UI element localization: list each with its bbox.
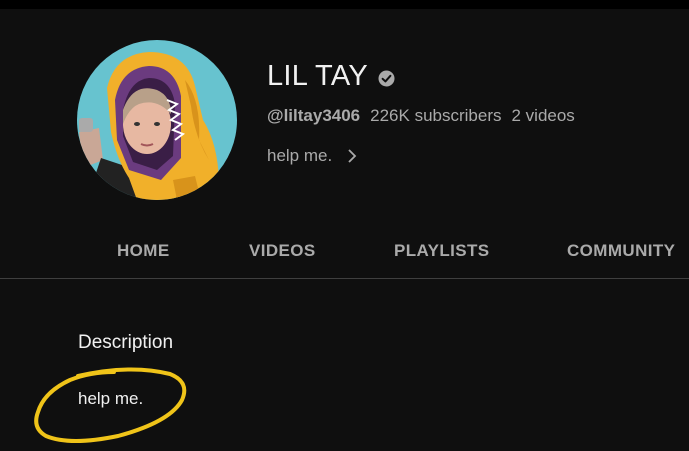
channel-handle: @liltay3406: [267, 106, 361, 125]
channel-header: LIL TAY: [267, 60, 395, 93]
description-text: help me.: [78, 389, 144, 408]
channel-name: LIL TAY: [267, 60, 368, 92]
about-link[interactable]: help me.: [267, 146, 358, 166]
channel-tabs: HOME VIDEOS PLAYLISTS COMMUNITY: [0, 228, 689, 278]
tabs-divider: [0, 278, 689, 279]
tab-community[interactable]: COMMUNITY: [567, 241, 675, 261]
channel-avatar[interactable]: [77, 40, 237, 200]
video-count: 2 videos: [511, 106, 575, 125]
subscriber-count: 226K subscribers: [370, 106, 502, 125]
channel-meta: @liltay3406 226K subscribers 2 videos: [267, 106, 575, 126]
description-heading: Description: [78, 332, 174, 353]
top-bar: [0, 0, 689, 9]
avatar-image: [77, 40, 237, 200]
tab-home[interactable]: HOME: [117, 241, 170, 261]
channel-page: LIL TAY @liltay3406 226K subscribers 2 v…: [0, 0, 689, 451]
about-teaser: help me.: [267, 146, 333, 165]
check-circle-icon: [378, 70, 395, 87]
tab-playlists[interactable]: PLAYLISTS: [394, 241, 490, 261]
chevron-right-icon: [346, 148, 358, 164]
tab-videos[interactable]: VIDEOS: [249, 241, 316, 261]
